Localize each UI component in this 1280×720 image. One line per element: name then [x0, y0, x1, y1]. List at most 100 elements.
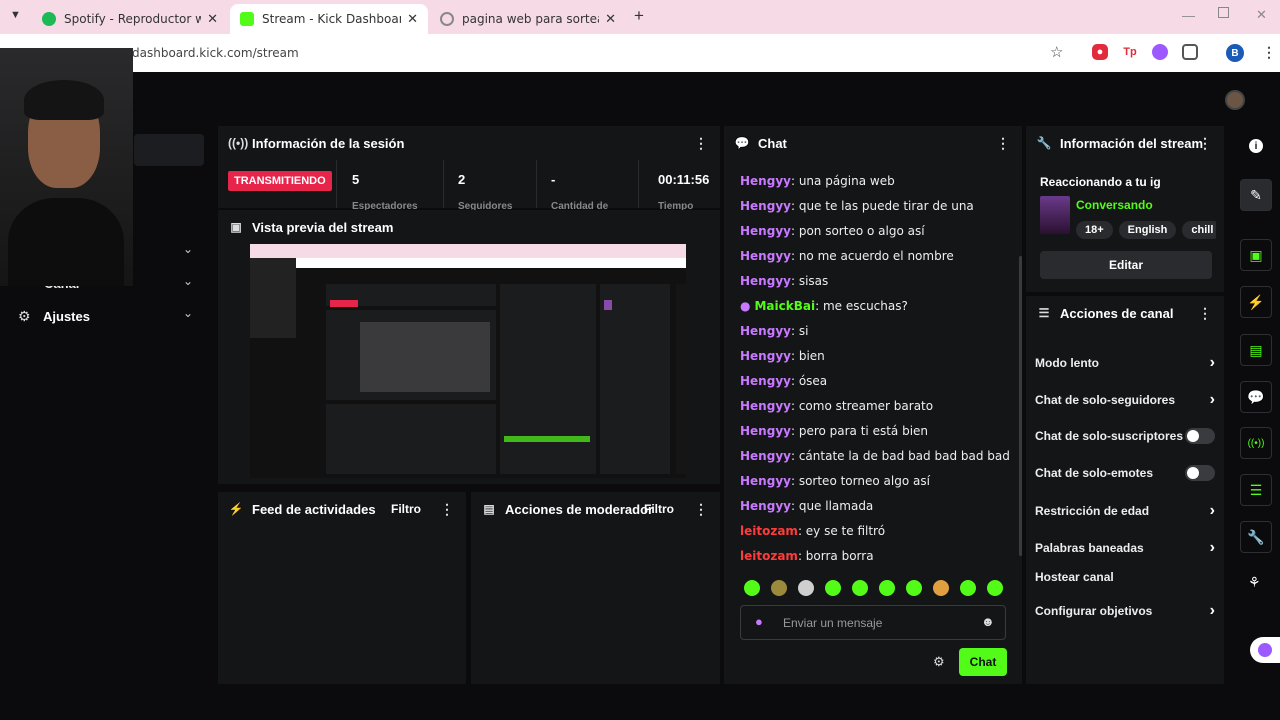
profile-avatar[interactable]: B — [1226, 44, 1244, 62]
emoji-icon[interactable]: ☻ — [981, 614, 995, 629]
chat-username[interactable]: leitozam — [740, 524, 798, 538]
preview-toggle-icon[interactable]: ▣ — [1240, 239, 1272, 271]
close-tab-icon[interactable]: ✕ — [407, 12, 418, 27]
channel-action-item[interactable]: Chat de solo-emotes — [1035, 465, 1215, 481]
more-options-icon[interactable]: ⋮ — [1198, 305, 1212, 322]
browser-menu-icon[interactable]: ⋮ — [1262, 44, 1276, 61]
extension-tp-icon[interactable]: Tp — [1122, 44, 1138, 60]
sidebar-active-item[interactable] — [134, 134, 204, 166]
tab-sorteo[interactable]: pagina web para sortear encue ✕ — [430, 4, 626, 34]
chat-scrollbar[interactable] — [1019, 256, 1022, 556]
kick-dashboard: Canal ⌄ ⌄ ⚙ Ajustes ⌄ ((•)) Información … — [0, 48, 1280, 720]
chat-username[interactable]: Hengyy — [740, 274, 791, 288]
maximize-icon[interactable] — [1218, 7, 1229, 18]
channel-actions-toggle-icon[interactable]: ☰ — [1240, 474, 1272, 506]
chat-username[interactable]: Hengyy — [740, 374, 791, 388]
panel-header: ☰ Acciones de canal — [1026, 296, 1224, 330]
minimize-icon[interactable]: — — [1182, 8, 1195, 23]
emote-icon[interactable] — [933, 580, 949, 596]
chevron-down-icon[interactable]: ⌄ — [183, 274, 193, 288]
new-tab-icon[interactable]: + — [634, 6, 644, 26]
tab-list-chevron-icon[interactable]: ▼ — [10, 9, 21, 21]
chat-username[interactable]: Hengyy — [740, 499, 791, 513]
layout-icon[interactable]: ⚘ — [1248, 574, 1261, 591]
emote-icon[interactable] — [798, 580, 814, 596]
edit-stream-button[interactable]: Editar — [1040, 251, 1212, 279]
stream-preview-video[interactable] — [250, 244, 686, 478]
chat-username[interactable]: Hengyy — [740, 399, 791, 413]
chat-toggle-icon[interactable]: 💬 — [1240, 381, 1272, 413]
stream-info-toggle-icon[interactable]: 🔧 — [1240, 521, 1272, 553]
category-name[interactable]: Conversando — [1076, 198, 1153, 212]
chevron-right-icon: › — [1209, 391, 1215, 408]
tab-spotify[interactable]: Spotify - Reproductor web: mú ✕ — [32, 4, 228, 34]
info-icon[interactable]: i — [1249, 139, 1263, 153]
emote-icon[interactable] — [825, 580, 841, 596]
close-tab-icon[interactable]: ✕ — [605, 12, 616, 27]
bookmark-star-icon[interactable]: ☆ — [1050, 43, 1063, 61]
edit-pencil-icon[interactable]: ✎ — [1240, 179, 1272, 211]
browser-address-bar: dashboard.kick.com/stream — [0, 34, 1280, 72]
filter-button[interactable]: Filtro — [391, 502, 421, 516]
toggle-switch[interactable] — [1185, 465, 1215, 481]
preview-feeds — [326, 404, 496, 474]
channel-action-item[interactable]: Chat de solo-seguidores › — [1035, 391, 1215, 409]
channel-action-item[interactable]: Configurar objetivos › — [1035, 602, 1215, 620]
more-options-icon[interactable]: ⋮ — [1198, 135, 1212, 152]
sidebar-item-settings[interactable]: ⚙ Ajustes ⌄ — [18, 306, 202, 328]
chat-settings-gear-icon[interactable]: ⚙ — [933, 654, 945, 670]
preview-actions — [600, 284, 670, 474]
chat-username[interactable]: Hengyy — [740, 174, 791, 188]
close-tab-icon[interactable]: ✕ — [207, 12, 218, 27]
more-options-icon[interactable]: ⋮ — [996, 135, 1010, 152]
mod-actions-toggle-icon[interactable]: ▤ — [1240, 334, 1272, 366]
chat-send-button[interactable]: Chat — [959, 648, 1007, 676]
channel-action-item[interactable]: Restricción de edad › — [1035, 502, 1215, 520]
activity-toggle-icon[interactable]: ⚡ — [1240, 286, 1272, 318]
channel-action-item[interactable]: Palabras baneadas › — [1035, 539, 1215, 557]
session-toggle-icon[interactable]: ((•)) — [1240, 427, 1272, 459]
panel-title: Acciones de canal — [1060, 305, 1174, 321]
chat-username[interactable]: Hengyy — [740, 324, 791, 338]
chat-separator: : — [790, 174, 799, 188]
channel-action-item[interactable]: Chat de solo-suscriptores — [1035, 428, 1215, 444]
clipboard-icon: ▤ — [483, 502, 495, 516]
chat-username[interactable]: Hengyy — [740, 249, 791, 263]
floating-extension-icon[interactable] — [1250, 637, 1280, 663]
extension-ai-icon[interactable] — [1152, 44, 1168, 60]
url-field[interactable]: dashboard.kick.com/stream — [132, 46, 299, 60]
preview-live-badge — [330, 300, 358, 307]
channel-action-item[interactable]: Modo lento › — [1035, 354, 1215, 372]
more-options-icon[interactable]: ⋮ — [694, 501, 708, 518]
chat-text: una página web — [798, 174, 895, 188]
stream-title: Reaccionando a tu ig — [1040, 175, 1161, 189]
channel-action-item[interactable]: Hostear canal — [1035, 570, 1215, 584]
filter-button[interactable]: Filtro — [644, 502, 674, 516]
emote-icon[interactable] — [744, 580, 760, 596]
chat-username[interactable]: leitozam — [740, 549, 798, 563]
chat-username[interactable]: Hengyy — [740, 199, 791, 213]
more-options-icon[interactable]: ⋮ — [694, 135, 708, 152]
emote-icon[interactable] — [879, 580, 895, 596]
toggle-switch[interactable] — [1185, 428, 1215, 444]
chat-username[interactable]: Hengyy — [740, 424, 791, 438]
chat-username[interactable]: Hengyy — [740, 474, 791, 488]
close-window-icon[interactable]: ✕ — [1256, 7, 1267, 23]
emote-icon[interactable] — [960, 580, 976, 596]
extensions-puzzle-icon[interactable] — [1182, 44, 1198, 60]
extension-red-icon[interactable]: ● — [1092, 44, 1108, 60]
emote-icon[interactable] — [987, 580, 1003, 596]
chat-username[interactable]: MaickBai — [754, 299, 815, 313]
chat-username[interactable]: Hengyy — [740, 449, 791, 463]
user-avatar[interactable] — [1225, 90, 1245, 110]
hair-image — [24, 80, 104, 120]
chat-username[interactable]: Hengyy — [740, 224, 791, 238]
tab-kick-dashboard[interactable]: Stream - Kick Dashboard ✕ — [230, 4, 428, 34]
more-options-icon[interactable]: ⋮ — [440, 501, 454, 518]
chevron-down-icon[interactable]: ⌄ — [183, 242, 193, 256]
emote-icon[interactable] — [852, 580, 868, 596]
emote-icon[interactable] — [771, 580, 787, 596]
emote-icon[interactable] — [906, 580, 922, 596]
chat-input[interactable]: ● Enviar un mensaje ☻ — [740, 605, 1006, 640]
chat-username[interactable]: Hengyy — [740, 349, 791, 363]
